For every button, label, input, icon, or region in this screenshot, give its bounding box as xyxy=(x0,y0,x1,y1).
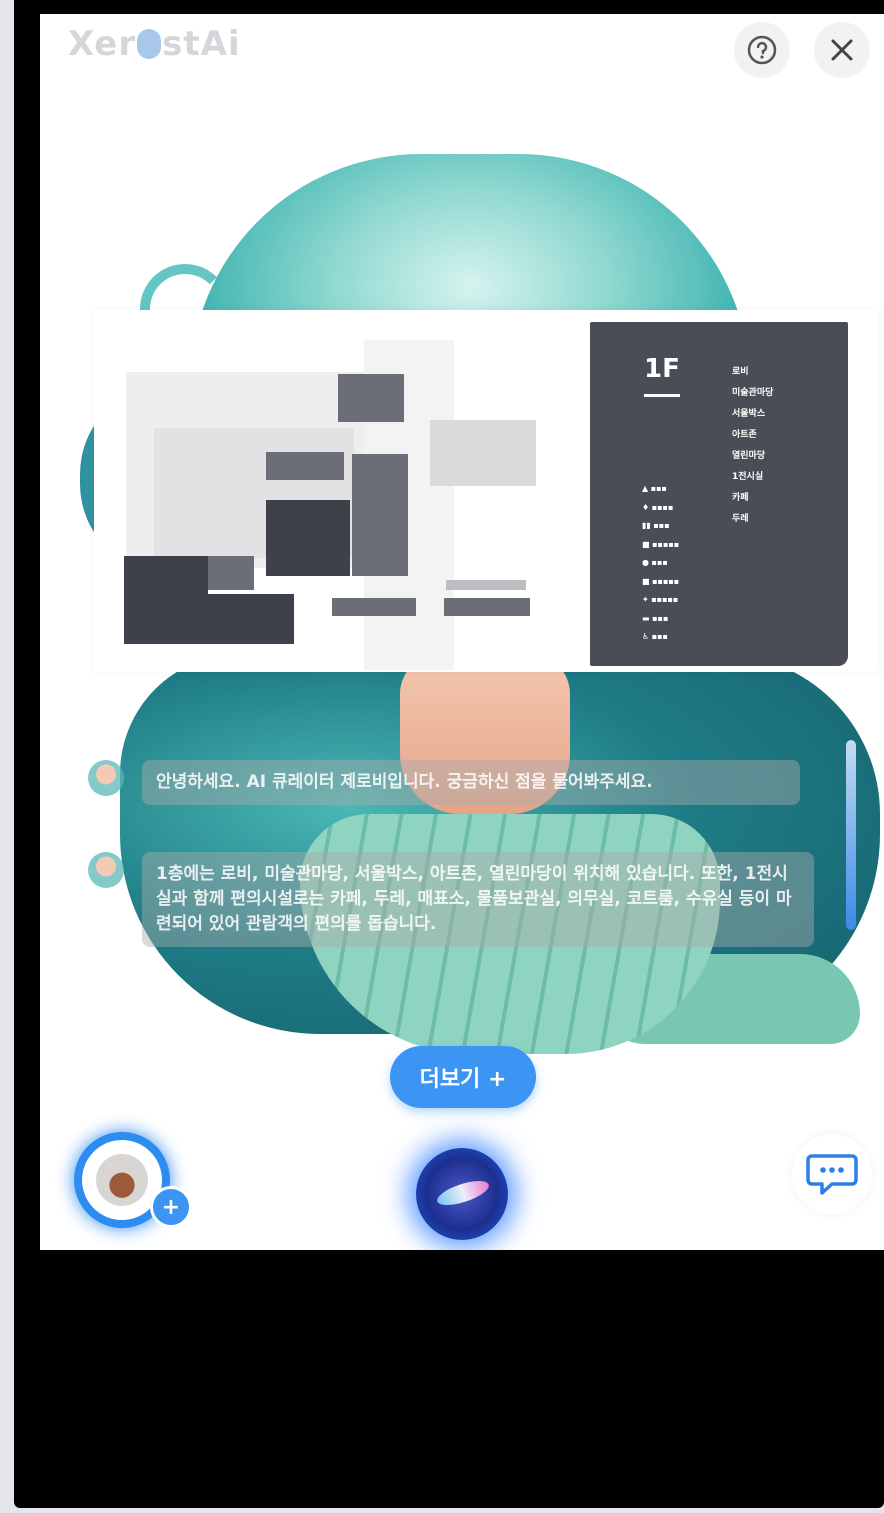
map-room xyxy=(266,500,350,576)
artifact-thumbnail xyxy=(96,1154,148,1206)
floor-label: 1F xyxy=(644,354,680,384)
facility-item: 미술관마당 xyxy=(732,388,774,398)
legend-icon: ■ ▪▪▪▪▪ xyxy=(642,539,680,549)
map-icons-row xyxy=(446,580,526,590)
close-icon xyxy=(831,39,853,61)
legend-icon: ♿ ▪▪▪ xyxy=(642,632,668,641)
legend-icon: ■ ▪▪▪▪▪ xyxy=(642,576,680,586)
close-button[interactable] xyxy=(814,22,870,78)
facility-item: 로비 xyxy=(732,367,749,377)
legend-icon: ● ▪▪▪ xyxy=(642,558,668,567)
legend-icon: ▬ ▪▪▪ xyxy=(642,613,669,623)
legend-icon: ♦ ▪▪▪▪ xyxy=(642,502,674,512)
device-frame: Xer stAi 1F 로비 미술관마당 서울박스 아트존 열린마당 1전시실 … xyxy=(14,0,884,1508)
legend-icon-list: ▲ ▪▪▪ ♦ ▪▪▪▪ ▮▮ ▪▪▪ ■ ▪▪▪▪▪ ● ▪▪▪ ■ ▪▪▪▪… xyxy=(642,480,679,647)
app-logo: Xer stAi xyxy=(68,24,241,64)
map-room xyxy=(444,598,530,616)
chat-scrollbar[interactable] xyxy=(846,740,856,930)
chat-message: 1층에는 로비, 미술관마당, 서울박스, 아트존, 열린마당이 위치해 있습니… xyxy=(88,852,818,947)
map-room xyxy=(338,374,404,422)
add-artifact-button[interactable]: + xyxy=(150,1186,192,1228)
chat-bubble: 1층에는 로비, 미술관마당, 서울박스, 아트존, 열린마당이 위치해 있습니… xyxy=(142,852,814,947)
legend-icon: ✦ ▪▪▪▪▪ xyxy=(642,595,679,604)
map-room xyxy=(332,598,416,616)
legend-icon: ▲ ▪▪▪ xyxy=(642,484,667,493)
facility-list: 로비 미술관마당 서울박스 아트존 열린마당 1전시실 카페 두레 xyxy=(732,362,773,530)
voice-button[interactable] xyxy=(416,1148,508,1240)
curator-avatar xyxy=(88,760,124,796)
map-room xyxy=(352,454,408,576)
curator-avatar xyxy=(88,852,124,888)
app-screen: Xer stAi 1F 로비 미술관마당 서울박스 아트존 열린마당 1전시실 … xyxy=(40,14,884,1250)
floor-map-card[interactable]: 1F 로비 미술관마당 서울박스 아트존 열린마당 1전시실 카페 두레 ▲ ▪… xyxy=(94,310,878,672)
chat-bubble-icon xyxy=(806,1154,858,1195)
facility-item: 카페 xyxy=(732,493,749,503)
facility-item: 1전시실 xyxy=(732,472,764,482)
facility-item: 두레 xyxy=(732,514,749,524)
map-room xyxy=(266,452,344,480)
chat-message: 안녕하세요. AI 큐레이터 제로비입니다. 궁금하신 점을 물어봐주세요. xyxy=(88,760,818,805)
more-button[interactable]: 더보기 + xyxy=(390,1046,536,1108)
map-room xyxy=(124,594,294,644)
floor-plan xyxy=(94,310,600,672)
map-room xyxy=(206,556,254,590)
map-room xyxy=(430,420,536,486)
question-circle-icon xyxy=(747,35,777,65)
floor-underline xyxy=(644,394,680,397)
facility-item: 서울박스 xyxy=(732,409,766,419)
legend-icon: ▮▮ ▪▪▪ xyxy=(642,521,670,530)
facility-item: 아트존 xyxy=(732,430,757,440)
chat-toggle-button[interactable] xyxy=(792,1134,872,1214)
chat-bubble: 안녕하세요. AI 큐레이터 제로비입니다. 궁금하신 점을 물어봐주세요. xyxy=(142,760,800,805)
floor-legend-panel: 1F 로비 미술관마당 서울박스 아트존 열린마당 1전시실 카페 두레 ▲ ▪… xyxy=(590,322,848,666)
facility-item: 열린마당 xyxy=(732,451,766,461)
voice-orb-icon xyxy=(434,1176,492,1210)
help-button[interactable] xyxy=(734,22,790,78)
